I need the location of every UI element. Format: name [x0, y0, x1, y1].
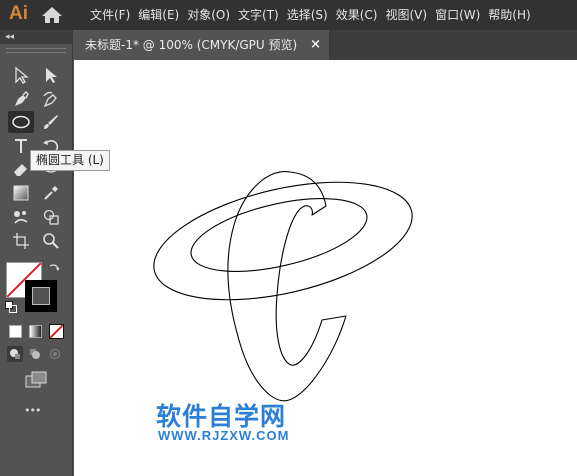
ellipse-icon [12, 115, 30, 129]
pen-icon [15, 91, 29, 106]
color-mode-button[interactable] [9, 325, 22, 338]
eyedropper-tool[interactable] [38, 182, 64, 204]
close-tab-button[interactable]: × [310, 30, 321, 60]
menu-effect[interactable]: 效果(C) [334, 0, 384, 30]
type-icon [15, 139, 27, 153]
collapse-panel-button[interactable]: ◂◂ [5, 30, 14, 44]
paintbrush-tool[interactable] [38, 111, 64, 133]
menu-select[interactable]: 选择(S) [285, 0, 334, 30]
menu-file[interactable]: 文件(F) [88, 0, 136, 30]
menu-window[interactable]: 窗口(W) [433, 0, 486, 30]
tools-panel: ◂◂ ••• [0, 30, 73, 476]
draw-normal-icon [10, 349, 20, 359]
panel-grip[interactable] [6, 48, 66, 53]
tool-tooltip: 椭圆工具 (L) [30, 150, 110, 171]
menu-edit[interactable]: 编辑(E) [136, 0, 185, 30]
artboard-icon [13, 233, 29, 249]
main-menu: 文件(F) 编辑(E) 对象(O) 文字(T) 选择(S) 效果(C) 视图(V… [88, 0, 537, 30]
tools-panel-header: ◂◂ [0, 30, 72, 44]
gradient-mode-button[interactable] [29, 325, 42, 338]
document-tab-title: 未标题-1* @ 100% (CMYK/GPU 预览) [85, 38, 298, 52]
draw-inside-button[interactable] [47, 346, 63, 362]
shape-builder-icon [43, 209, 59, 225]
watermark-url: WWW.RJZXW.COM [158, 428, 290, 443]
artwork[interactable] [74, 60, 577, 476]
app-logo: Ai [9, 3, 28, 24]
edit-toolbar-button[interactable]: ••• [24, 404, 41, 417]
curvature-tool[interactable] [38, 88, 64, 110]
document-tab[interactable]: 未标题-1* @ 100% (CMYK/GPU 预览) × [73, 30, 329, 60]
document-tab-bar: 未标题-1* @ 100% (CMYK/GPU 预览) × [73, 30, 577, 60]
draw-inside-icon [49, 348, 61, 360]
curvature-pen-icon [43, 91, 57, 108]
menu-help[interactable]: 帮助(H) [486, 0, 536, 30]
stroke-swatch[interactable] [25, 280, 57, 312]
menu-type[interactable]: 文字(T) [236, 0, 285, 30]
zoom-tool[interactable] [38, 230, 64, 252]
symbol-sprayer-icon [14, 211, 28, 224]
inner-ellipse[interactable] [184, 185, 373, 286]
symbol-sprayer-tool[interactable] [8, 206, 34, 228]
paintbrush-icon [44, 115, 58, 129]
pen-tool[interactable] [8, 88, 34, 110]
outer-ellipse[interactable] [143, 161, 424, 322]
draw-behind-icon [30, 349, 40, 359]
none-icon [50, 325, 63, 338]
default-fill-stroke-icon[interactable] [5, 301, 17, 313]
letter-c-shape[interactable] [227, 171, 347, 402]
artboard-tool[interactable] [8, 230, 34, 252]
menu-bar: Ai 文件(F) 编辑(E) 对象(O) 文字(T) 选择(S) 效果(C) 视… [0, 0, 577, 30]
swap-fill-stroke-icon[interactable] [48, 262, 60, 274]
home-icon[interactable] [41, 6, 63, 24]
screen-mode-icon [25, 371, 47, 388]
screen-mode-button[interactable] [23, 370, 49, 390]
menu-object[interactable]: 对象(O) [185, 0, 236, 30]
direct-selection-arrow-icon [46, 68, 57, 83]
eraser-icon [14, 164, 27, 176]
ellipse-tool[interactable] [8, 111, 34, 133]
eyedropper-icon [44, 186, 58, 200]
selection-arrow-icon [15, 66, 29, 84]
draw-behind-button[interactable] [27, 346, 43, 362]
selection-tool[interactable] [8, 64, 34, 86]
shape-builder-tool[interactable] [38, 206, 64, 228]
menu-view[interactable]: 视图(V) [383, 0, 433, 30]
gradient-tool[interactable] [8, 182, 34, 204]
zoom-icon [43, 233, 59, 249]
none-mode-button[interactable] [49, 324, 64, 339]
gradient-icon [13, 185, 29, 201]
direct-selection-tool[interactable] [38, 64, 64, 86]
draw-normal-button[interactable] [7, 346, 23, 362]
artboard-canvas[interactable]: 软件自学网 WWW.RJZXW.COM [74, 60, 577, 476]
